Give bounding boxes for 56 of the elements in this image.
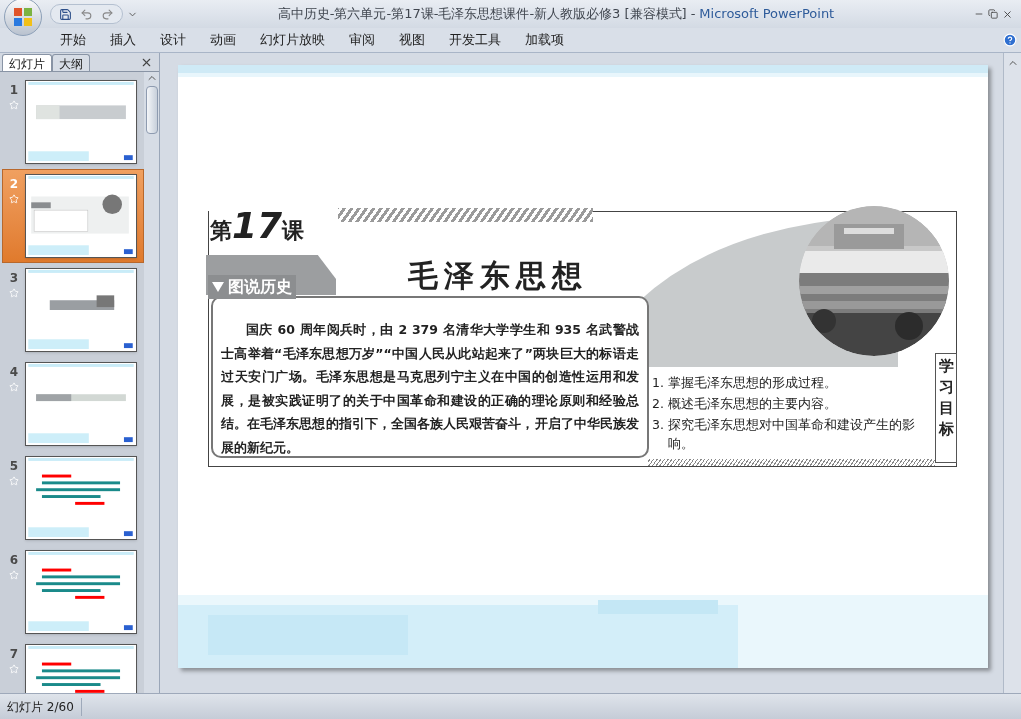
objective-item: 3. 探究毛泽东思想对中国革命和建设产生的影响。 [652,416,916,453]
slide-thumbnail[interactable]: 1 [2,75,144,169]
slide-number: 3 [9,272,19,284]
ribbon-tab[interactable]: 插入 [98,29,148,51]
ribbon-tab[interactable]: 设计 [148,29,198,51]
scrollbar[interactable] [144,72,159,693]
ribbon-tab[interactable]: 幻灯片放映 [248,29,337,51]
vertical-scrollbar[interactable] [1003,53,1021,693]
side-label: 学习目标 [938,356,954,440]
slide-number: 4 [9,366,19,378]
slide-number: 2 [9,178,19,190]
star-icon [9,194,19,204]
slide-number: 6 [9,554,19,566]
star-icon [9,100,19,110]
slide-thumbnail[interactable]: 4 [2,357,144,451]
star-icon [9,288,19,298]
help-icon[interactable] [1003,33,1017,47]
objective-item: 1. 掌握毛泽东思想的形成过程。 [652,374,838,392]
objective-item: 2. 概述毛泽东思想的主要内容。 [652,395,838,413]
separator-dash: - [690,5,696,24]
close-pane-icon[interactable] [140,56,153,69]
office-button[interactable] [4,0,42,36]
window-title: 高中历史-第六单元-第17课-毛泽东思想课件-新人教版必修3 [兼容模式] [277,5,687,24]
ribbon-tab[interactable]: 开发工具 [437,29,513,51]
star-icon [9,476,19,486]
slide-number: 1 [9,84,19,96]
ribbon-tab[interactable]: 开始 [48,29,98,51]
lesson-number: 第17课 [210,208,305,247]
slide-title: 毛泽东思想 [408,257,588,295]
ribbon-tab[interactable]: 加载项 [513,29,576,51]
story-paragraph: 国庆 60 周年阅兵时，由 2 379 名清华大学学生和 935 名武警战士高举着“毛泽东思想万岁”“中国人民从此站起来了”两块巨大的标语走过天安门广场。毛泽东思想是马克思列宁主义在中国的创造性运用和发展，是被实践证明了的关于中国革命和建设的正确的理论原则和经验总结。在毛泽东思想的指引下，全国各族人民艰苦奋斗，开启了中华民族发展的新纪元。 [221,321,639,457]
slide-thumbnail[interactable]: 5 [2,451,144,545]
close-icon[interactable] [1002,8,1013,20]
slide-thumbnail[interactable]: 3 [2,263,144,357]
slide-number: 5 [9,460,19,472]
app-name: Microsoft PowerPoint [699,5,835,24]
star-icon [9,664,19,674]
slide-counter: 幻灯片 2/60 [0,697,82,716]
ribbon-tab[interactable]: 审阅 [337,29,387,51]
pane-tab[interactable]: 幻灯片 [2,54,52,71]
slide-thumbnail[interactable]: 7 [2,639,144,693]
undo-icon[interactable] [80,7,93,21]
pane-tab[interactable]: 大纲 [52,54,90,71]
star-icon [9,382,19,392]
star-icon [9,570,19,580]
redo-icon[interactable] [101,7,114,21]
scroll-thumb[interactable] [145,86,158,134]
office-logo-icon [13,7,33,27]
slide-thumbnail[interactable]: 6 [2,545,144,639]
save-icon[interactable] [59,7,72,21]
ribbon-tab[interactable]: 动画 [198,29,248,51]
section-heading: 图说历史 [228,276,292,298]
restore-icon[interactable] [988,9,998,19]
triangle-icon [212,282,224,292]
ribbon-tab[interactable]: 视图 [387,29,437,51]
slide-number: 7 [9,648,19,660]
